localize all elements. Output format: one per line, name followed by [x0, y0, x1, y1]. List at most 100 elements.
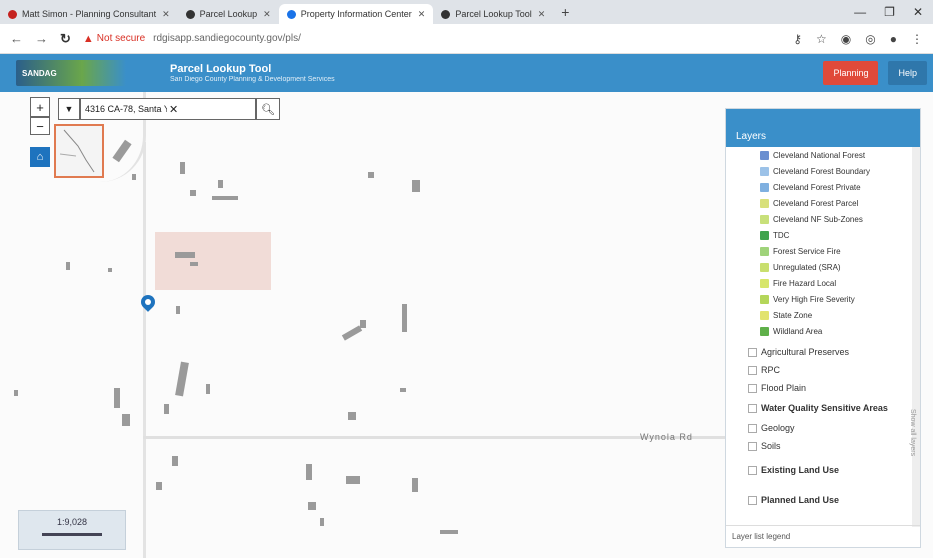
minimize-icon[interactable]: — [854, 5, 866, 19]
building [402, 304, 407, 332]
address-search-input[interactable]: 4316 CA-78, Santa Ysabel, CA ✕ [80, 98, 256, 120]
menu-icon[interactable]: ⋮ [911, 32, 923, 46]
layer-item[interactable]: Cleveland Forest Boundary [726, 163, 920, 179]
layer-label: TDC [773, 230, 790, 240]
new-tab-icon[interactable]: + [553, 4, 577, 20]
building [412, 478, 418, 492]
search-source-dropdown[interactable]: ▼ [58, 98, 80, 120]
layer-swatch [760, 262, 769, 272]
layer-item[interactable]: TDC [726, 227, 920, 243]
layer-swatch [760, 198, 769, 208]
layers-scrollbar[interactable] [912, 147, 920, 527]
building [164, 404, 169, 414]
tab-4-favicon-icon [441, 9, 451, 19]
building [412, 180, 420, 192]
layer-item[interactable]: State Zone [726, 307, 920, 323]
layer-group-checkbox[interactable] [748, 441, 757, 451]
planning-button[interactable]: Planning [823, 61, 879, 85]
layer-group[interactable]: Planned Land Use [726, 485, 920, 515]
address-bar: ← → ↻ ▲ Not secure rdgisapp.sandiegocoun… [0, 24, 933, 54]
clear-search-icon[interactable]: ✕ [169, 103, 251, 116]
layer-group-checkbox[interactable] [748, 403, 757, 413]
tab-2-close-icon[interactable]: ✕ [263, 9, 271, 20]
reload-icon[interactable]: ↻ [60, 31, 71, 47]
extension-icon[interactable]: ◉ [841, 32, 851, 46]
key-icon[interactable]: ⚷ [793, 32, 802, 46]
warning-icon[interactable]: ▲ [83, 33, 94, 45]
tab-2-favicon-icon [185, 9, 195, 19]
close-window-icon[interactable]: ✕ [913, 5, 923, 19]
help-button[interactable]: Help [888, 61, 927, 85]
profile-icon[interactable]: ◎ [865, 32, 875, 46]
zoom-out-button[interactable]: − [30, 117, 50, 135]
building [206, 384, 210, 394]
layer-item[interactable]: Cleveland Forest Parcel [726, 195, 920, 211]
map-canvas[interactable]: Wynola Rd + − ⌂ ▼ 4316 CA-78, Santa Ysab… [0, 92, 933, 558]
layer-group[interactable]: Soils [726, 437, 920, 455]
layer-group-checkbox[interactable] [748, 465, 757, 475]
tab-3-close-icon[interactable]: ✕ [418, 9, 426, 20]
layer-group[interactable]: RPC [726, 361, 920, 379]
layer-group[interactable]: Water Quality Sensitive Areas [726, 397, 920, 419]
layer-group[interactable]: Existing Land Use [726, 455, 920, 485]
not-secure-label[interactable]: Not secure [97, 33, 145, 44]
building [346, 476, 360, 484]
layers-footer[interactable]: Layer list legend [726, 525, 920, 547]
layer-group-checkbox[interactable] [748, 423, 757, 433]
building [176, 306, 180, 314]
zoom-in-button[interactable]: + [30, 97, 50, 117]
layer-label: Cleveland Forest Parcel [773, 198, 859, 208]
tab-1-favicon-icon [8, 9, 17, 19]
layer-item[interactable]: Fire Hazard Local [726, 275, 920, 291]
layer-item[interactable]: Wildland Area [726, 323, 920, 339]
forward-icon[interactable]: → [35, 31, 48, 46]
layer-group[interactable]: Flood Plain [726, 379, 920, 397]
street-label: Wynola Rd [640, 432, 693, 442]
layer-group-checkbox[interactable] [748, 365, 757, 375]
tab-4-close-icon[interactable]: ✕ [538, 9, 546, 20]
browser-tab-4[interactable]: Parcel Lookup Tool ✕ [433, 4, 553, 24]
layer-swatch [760, 166, 769, 176]
layers-panel-title: Layers [726, 109, 920, 147]
tab-1-close-icon[interactable]: ✕ [162, 9, 170, 20]
home-icon[interactable]: ⌂ [30, 147, 50, 167]
overview-map[interactable] [54, 124, 104, 178]
layer-group-label: Geology [761, 423, 795, 433]
building [114, 388, 120, 408]
browser-window: Matt Simon - Planning Consultant ✕ Parce… [0, 0, 933, 558]
layer-item[interactable]: Cleveland NF Sub-Zones [726, 211, 920, 227]
browser-tab-1[interactable]: Matt Simon - Planning Consultant ✕ [0, 4, 178, 24]
maximize-icon[interactable]: ❐ [884, 5, 895, 19]
account-icon[interactable]: ● [890, 32, 897, 46]
layer-label: Cleveland National Forest [773, 150, 866, 160]
layer-item[interactable]: Cleveland National Forest [726, 147, 920, 163]
layer-group-checkbox[interactable] [748, 495, 757, 505]
url-field[interactable]: rdgisapp.sandiegocounty.gov/pls/ [153, 33, 301, 44]
bookmark-icon[interactable]: ☆ [816, 32, 827, 46]
layer-group-label: Planned Land Use [761, 495, 840, 505]
layer-item[interactable]: Very High Fire Severity [726, 291, 920, 307]
layer-group-checkbox[interactable] [748, 383, 757, 393]
layer-item[interactable]: Unregulated (SRA) [726, 259, 920, 275]
layer-swatch [760, 150, 769, 160]
extensions-area: ⚷ ☆ ◉ ◎ ● ⋮ [793, 32, 923, 46]
search-icon[interactable]: 🔍︎ [256, 98, 280, 120]
browser-tab-3[interactable]: Property Information Center ✕ [278, 4, 434, 24]
back-icon[interactable]: ← [10, 31, 23, 46]
layer-item[interactable]: Forest Service Fire [726, 243, 920, 259]
layer-group-checkbox[interactable] [748, 347, 757, 357]
overview-road-lines [59, 129, 95, 173]
selected-parcel[interactable] [155, 232, 271, 290]
building [66, 262, 70, 270]
layers-side-label[interactable]: Show all layers [909, 409, 916, 456]
app-logo: SANDAG [16, 60, 126, 86]
layer-group-label: Water Quality Sensitive Areas [761, 403, 888, 413]
layer-group[interactable]: Agricultural Preserves [726, 343, 920, 361]
layer-group[interactable]: Geology [726, 419, 920, 437]
location-pin-icon[interactable] [138, 292, 158, 315]
browser-tab-2[interactable]: Parcel Lookup ✕ [178, 4, 279, 24]
building [400, 388, 406, 392]
window-controls: — ❐ ✕ [854, 5, 933, 19]
layer-label: Cleveland Forest Boundary [773, 166, 870, 176]
layer-item[interactable]: Cleveland Forest Private [726, 179, 920, 195]
